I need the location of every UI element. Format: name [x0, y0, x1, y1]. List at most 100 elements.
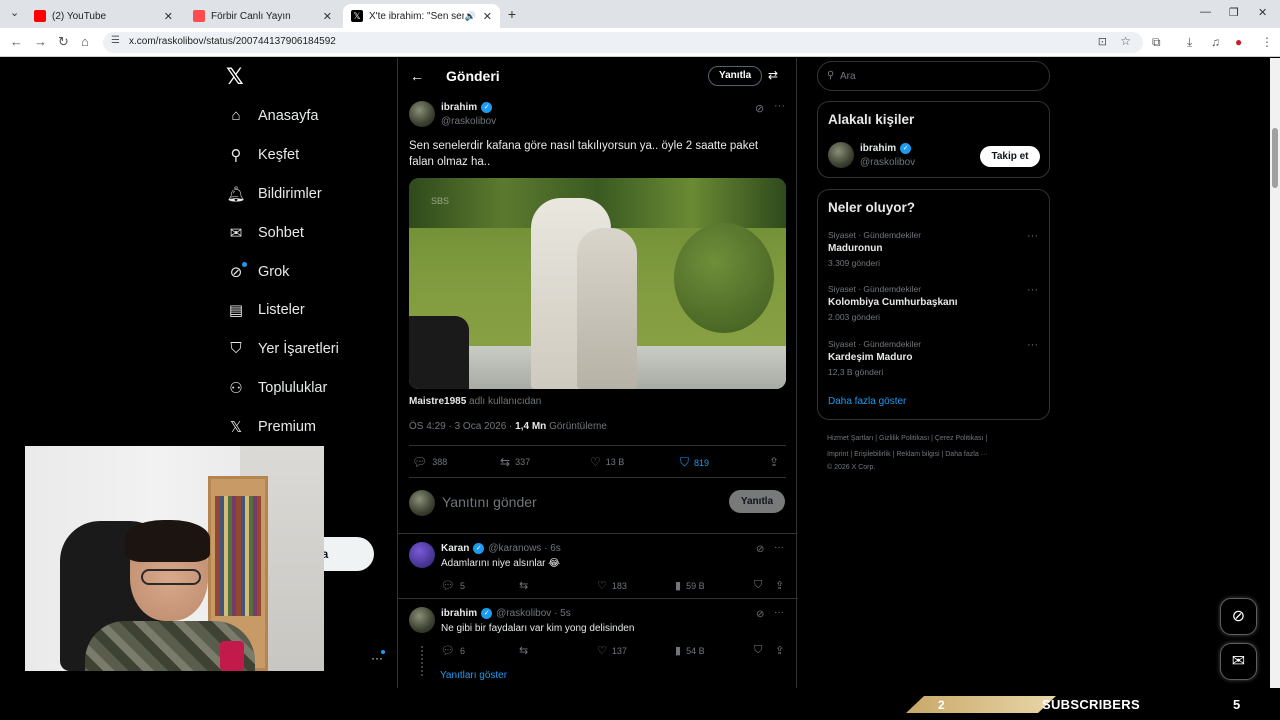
x-logo-icon[interactable]: 𝕏: [226, 64, 244, 90]
bookmark-filled-icon: ⛉: [680, 455, 690, 469]
avatar[interactable]: [409, 542, 435, 568]
reply-author[interactable]: Karan ✓ @karanows · 6s: [441, 543, 561, 554]
grok-explain-icon[interactable]: ⊘: [755, 102, 764, 115]
avatar[interactable]: [409, 607, 435, 633]
nav-item-home[interactable]: ⌂ Anasayfa: [226, 107, 318, 124]
scrollbar[interactable]: [1270, 58, 1280, 688]
reply-composer-input[interactable]: Yanıtını gönder: [442, 494, 537, 510]
reply-action[interactable]: 💬︎ 5: [441, 579, 465, 592]
repost-action[interactable]: ⇆: [519, 644, 533, 657]
menu-dots-icon[interactable]: ⋮: [1261, 35, 1273, 49]
views-action[interactable]: ▮ 59 B: [675, 579, 705, 592]
avatar[interactable]: [828, 142, 854, 168]
media-watermark: SBS: [431, 196, 450, 206]
bookmark-action[interactable]: ⛉: [754, 579, 767, 592]
extensions-icon[interactable]: ⧉: [1152, 35, 1161, 50]
reply-count: 6: [459, 645, 465, 656]
nav-item-explore[interactable]: ⚲ Keşfet: [226, 146, 300, 164]
share-icon: ⇪: [775, 645, 785, 657]
more-options-icon[interactable]: ···: [774, 542, 784, 553]
bookmark-action[interactable]: ⛉: [754, 644, 767, 657]
more-options-icon[interactable]: ···: [1027, 284, 1038, 296]
site-info-icon[interactable]: ☰: [111, 35, 120, 46]
trend-item[interactable]: Siyaset · Gündemdekiler Maduronun 3.309 …: [828, 230, 1038, 268]
reply-filter-button[interactable]: Yanıtla: [708, 66, 763, 86]
back-arrow-icon[interactable]: ←: [410, 68, 424, 84]
omnibox[interactable]: ☰ x.com/raskolibov/status/20074413790618…: [103, 32, 1143, 53]
more-options-icon[interactable]: ···: [774, 607, 784, 618]
nav-label: Grok: [258, 264, 290, 280]
share-action[interactable]: ⇪: [769, 455, 784, 469]
nav-item-chat[interactable]: ✉ Sohbet: [226, 224, 304, 242]
downloads-icon[interactable]: ⤓: [1187, 35, 1192, 50]
share-action[interactable]: ⇪: [775, 644, 789, 657]
nav-item-communities[interactable]: ⚇ Topluluklar: [226, 379, 327, 397]
tab-forbir[interactable]: Förbir Canlı Yayın ✕: [185, 4, 340, 28]
nav-item-bookmarks[interactable]: ⛉ Yer İşaretleri: [226, 340, 339, 357]
url-text[interactable]: x.com/raskolibov/status/2007441379061845…: [129, 36, 336, 47]
reload-icon[interactable]: ↻: [58, 34, 69, 50]
relevant-user[interactable]: ibrahim ✓: [860, 143, 912, 154]
back-icon[interactable]: ←: [10, 34, 23, 49]
reply-action[interactable]: 💬︎ 388: [412, 455, 447, 469]
scroll-thumb[interactable]: [1272, 128, 1278, 188]
subscriber-goal: 5: [1233, 697, 1241, 712]
nav-item-premium[interactable]: 𝕏 Premium: [226, 418, 316, 436]
community-user[interactable]: Maistre1985: [409, 396, 466, 407]
grok-explain-icon[interactable]: ⊘: [756, 609, 764, 620]
footer-links[interactable]: Hizmet Şartları | Gizlilik Politikası | …: [827, 435, 987, 442]
home-icon[interactable]: ⌂: [81, 34, 89, 49]
trend-item[interactable]: Siyaset · Gündemdekiler Kardeşim Maduro …: [828, 339, 1038, 377]
like-action[interactable]: ♡ 137: [597, 644, 627, 657]
more-options-icon[interactable]: ···: [774, 100, 785, 112]
repost-action[interactable]: ⇆ 337: [500, 455, 530, 469]
tweet-author[interactable]: ibrahim ✓: [441, 102, 493, 113]
like-action[interactable]: ♡ 183: [597, 579, 627, 592]
relevant-people-card: Alakalı kişiler ibrahim ✓ @raskolibov Tak…: [817, 101, 1050, 178]
forward-icon[interactable]: →: [34, 34, 47, 49]
reply-author[interactable]: ibrahim ✓ @raskolibov · 5s: [441, 608, 571, 619]
footer-links[interactable]: Imprint | Erişilebilirlik | Reklam bilgi…: [827, 451, 988, 458]
show-more-link[interactable]: Daha fazla göster: [828, 396, 906, 407]
media-control-icon[interactable]: ♫: [1211, 35, 1220, 49]
tweet-video[interactable]: SBS: [409, 178, 786, 389]
close-tab-icon[interactable]: ✕: [164, 10, 173, 23]
search-input[interactable]: ⚲ Ara: [817, 61, 1050, 91]
profile-avatar-icon[interactable]: ●: [1235, 35, 1242, 49]
reply-action[interactable]: 💬︎ 6: [441, 644, 465, 657]
tab-x-post[interactable]: 𝕏 X'te ibrahim: "Sen senelerdi 🔊 ✕: [343, 4, 500, 28]
tweet-time[interactable]: ÖS 4:29 · 3 Oca 2026 ·: [409, 421, 512, 432]
author-handle[interactable]: @raskolibov: [441, 116, 496, 127]
follow-button[interactable]: Takip et: [980, 146, 1040, 167]
nav-item-grok[interactable]: ⊘ Grok: [226, 263, 290, 281]
speaker-icon[interactable]: 🔊: [465, 11, 476, 22]
share-action[interactable]: ⇪: [775, 579, 789, 592]
grok-fab-icon[interactable]: ⊘: [1220, 598, 1257, 635]
trend-item[interactable]: Siyaset · Gündemdekiler Kolombiya Cumhur…: [828, 284, 1038, 322]
maximize-icon[interactable]: ❐: [1229, 6, 1239, 19]
minimize-icon[interactable]: —: [1200, 6, 1211, 18]
close-tab-icon[interactable]: ✕: [483, 10, 492, 23]
avatar[interactable]: [409, 101, 435, 127]
new-tab-button[interactable]: +: [503, 6, 521, 24]
grok-explain-icon[interactable]: ⊘: [756, 544, 764, 555]
nav-item-notifications[interactable]: 🔔︎ Bildirimler: [226, 185, 321, 203]
bookmark-action[interactable]: ⛉ 819: [680, 455, 709, 470]
messages-fab-icon[interactable]: ✉: [1220, 643, 1257, 680]
bookmark-star-icon[interactable]: ☆: [1120, 34, 1131, 48]
more-options-icon[interactable]: ···: [1027, 230, 1038, 242]
close-window-icon[interactable]: ✕: [1258, 6, 1267, 19]
views-action[interactable]: ▮ 54 B: [675, 644, 705, 657]
show-replies-link[interactable]: Yanıtları göster: [440, 670, 507, 681]
tab-search-icon[interactable]: ⌄: [10, 6, 19, 19]
like-action[interactable]: ♡ 13 B: [590, 455, 624, 469]
close-tab-icon[interactable]: ✕: [323, 10, 332, 23]
nav-item-lists[interactable]: ▤ Listeler: [226, 301, 305, 319]
install-icon[interactable]: ⊡: [1098, 35, 1107, 48]
webcam-glasses: [141, 569, 201, 585]
repost-action[interactable]: ⇆: [519, 579, 533, 592]
reply-submit-button[interactable]: Yanıtla: [729, 490, 785, 513]
tune-icon[interactable]: ⇄: [768, 68, 778, 82]
more-options-icon[interactable]: ···: [1027, 339, 1038, 351]
tab-youtube[interactable]: (2) YouTube ✕: [26, 4, 181, 28]
